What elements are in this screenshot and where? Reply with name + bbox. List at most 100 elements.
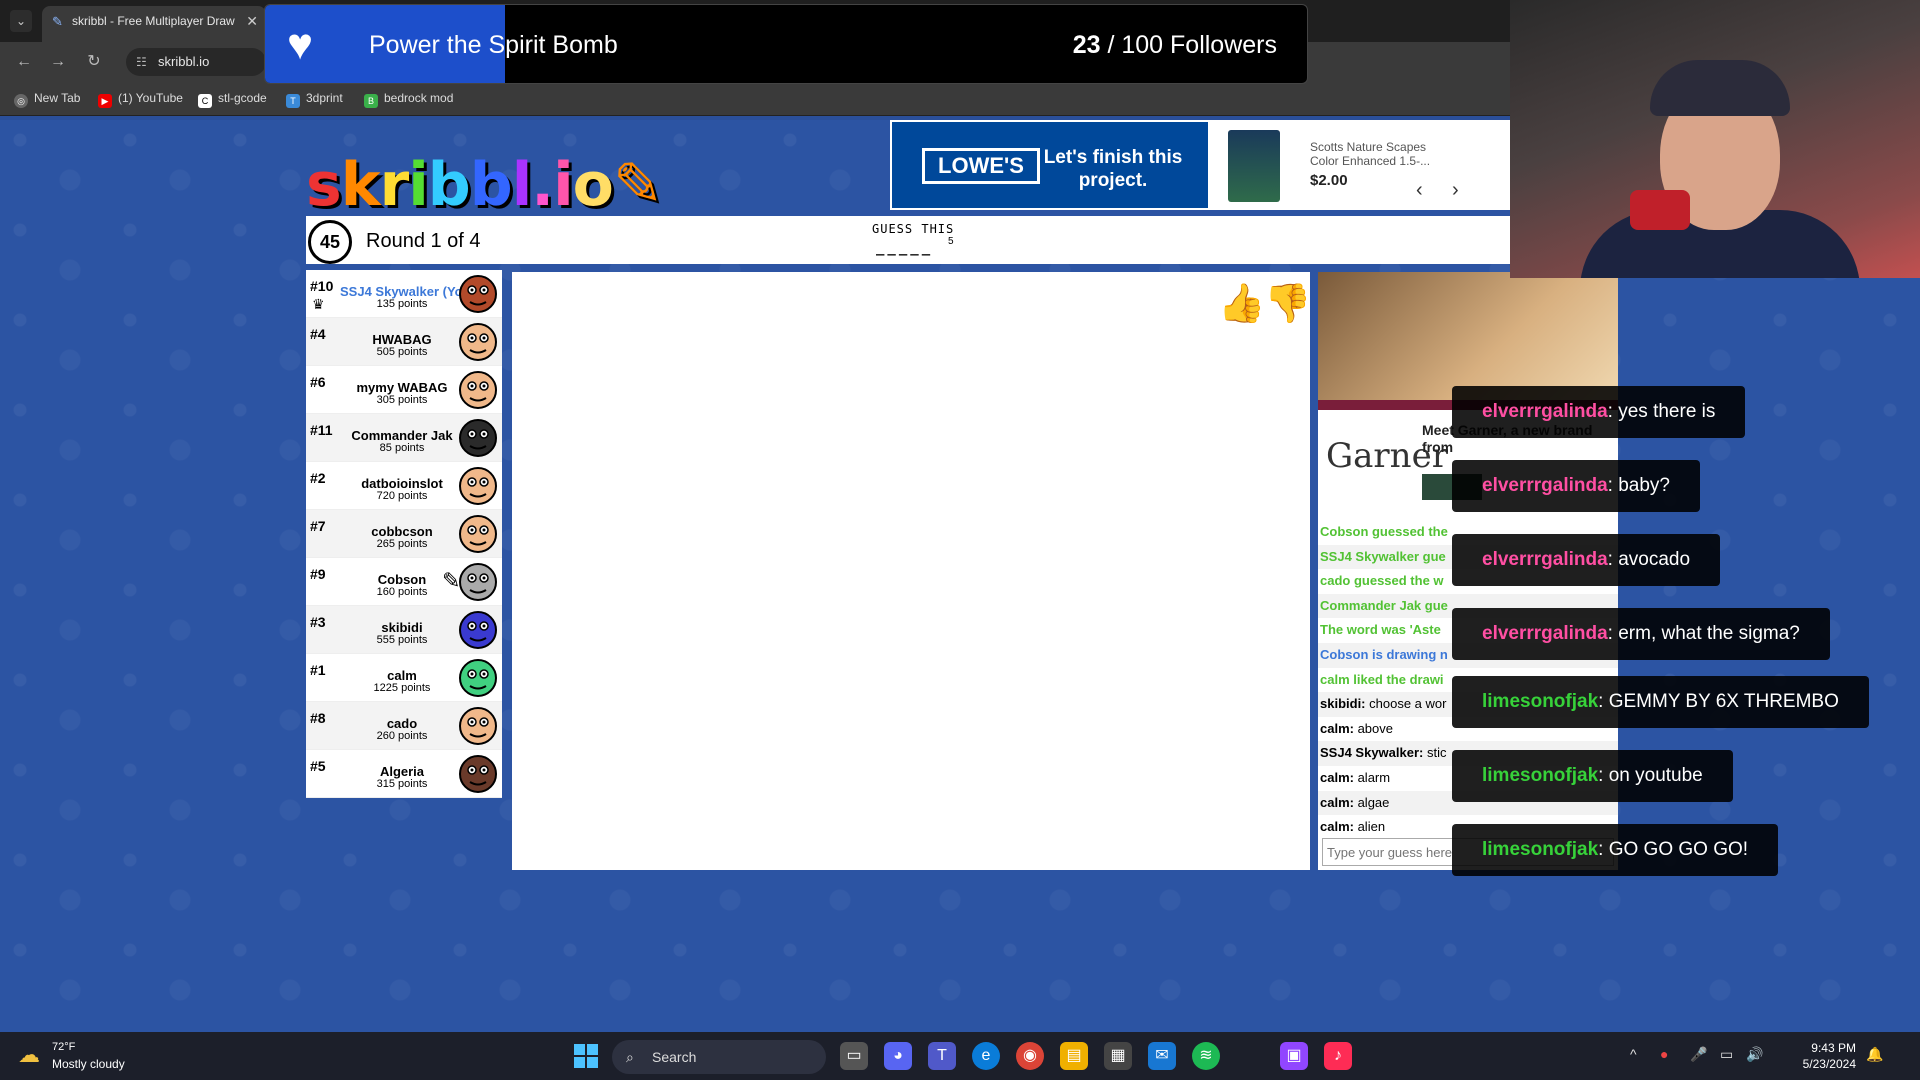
follower-current: 23 (1072, 31, 1101, 59)
tiktok-icon[interactable]: ♪ (1324, 1042, 1352, 1070)
player-row[interactable]: #10 SSJ4 Skywalker (You) 135 points ♛ (306, 270, 502, 318)
round-indicator: Round 1 of 4 (366, 230, 481, 252)
windows-start-icon[interactable] (574, 1044, 598, 1068)
chevron-left-icon[interactable]: ‹ (1416, 180, 1436, 200)
player-row[interactable]: #7 cobbcson 265 points (306, 510, 502, 558)
url-field[interactable]: ☷ skribbl.io (126, 48, 266, 76)
scotts-ad[interactable]: Scotts Nature Scapes Color Enhanced 1.5-… (1210, 120, 1510, 210)
notification-bell-icon[interactable]: 🔔 (1866, 1046, 1883, 1063)
chrome-icon[interactable]: ◉ (1016, 1042, 1044, 1070)
garner-ad-image[interactable] (1318, 272, 1618, 402)
tray-app-icon[interactable]: ● (1660, 1046, 1668, 1062)
bookmark-bedrock-mod[interactable]: Bbedrock mod (364, 91, 453, 108)
overlay-chat-message: elverrrgalinda: yes there is (1452, 386, 1746, 438)
volume-icon[interactable]: 🔊 (1746, 1046, 1763, 1063)
player-points: 135 points (376, 298, 428, 310)
thumbs-down-icon[interactable]: 👎 (1264, 282, 1311, 326)
webcam-feed (1510, 0, 1920, 278)
player-avatar (459, 755, 497, 793)
bookmark-3dprint[interactable]: T 3dprint (286, 91, 343, 108)
clock-time[interactable]: 9:43 PM (1776, 1041, 1856, 1055)
player-name: cobbcson (371, 524, 433, 539)
task-view-icon[interactable]: ▭ (840, 1042, 868, 1070)
player-rank: #10 (310, 278, 334, 294)
player-row[interactable]: #9 Cobson 160 points ✎ (306, 558, 502, 606)
chat-author: calm: (1320, 720, 1354, 736)
taskbar-search[interactable]: ⌕ Search (612, 1040, 826, 1074)
player-row[interactable]: #1 calm 1225 points (306, 654, 502, 702)
player-row[interactable]: #11 Commander Jak 85 points (306, 414, 502, 462)
drawing-canvas[interactable]: 👍 👎 (512, 272, 1311, 870)
bookmark-youtube[interactable]: ▶ (1) YouTube (98, 91, 183, 108)
player-rank: #2 (310, 470, 326, 486)
skribbl-logo: skribbl.io✎ (306, 150, 663, 220)
tab-title: skribbl - Free Multiplayer Draw (72, 14, 235, 28)
overlay-chat-user: elverrrgalinda (1482, 549, 1608, 570)
edge-icon[interactable]: e (972, 1042, 1000, 1070)
overlay-chat-message: limesonofjak: on youtube (1452, 750, 1733, 802)
player-row[interactable]: #5 Algeria 315 points (306, 750, 502, 798)
chat-text: calm liked the drawi (1320, 671, 1444, 687)
heart-icon: ♥ (287, 20, 314, 69)
store-icon[interactable]: ▦ (1104, 1042, 1132, 1070)
chat-text: cado guessed the w (1320, 573, 1444, 589)
twitch-icon[interactable]: ▣ (1280, 1042, 1308, 1070)
clock-date[interactable]: 5/23/2024 (1776, 1057, 1856, 1071)
discord-icon[interactable]: ◕ (884, 1042, 912, 1070)
player-rank: #5 (310, 758, 326, 774)
mail-icon[interactable]: ✉ (1148, 1042, 1176, 1070)
overlay-chat-message: elverrrgalinda: baby? (1452, 460, 1700, 512)
player-row[interactable]: #3 skibidi 555 points (306, 606, 502, 654)
weather-icon[interactable]: ☁ (18, 1042, 40, 1068)
browser-tab[interactable]: ✎ skribbl - Free Multiplayer Draw ✕ (42, 6, 266, 42)
overlay-chat-user: elverrrgalinda (1482, 475, 1608, 496)
player-rank: #1 (310, 662, 326, 678)
overlay-chat-message: elverrrgalinda: erm, what the sigma? (1452, 608, 1830, 660)
player-points: 85 points (379, 442, 425, 454)
streamer-hat (1650, 60, 1790, 116)
lowes-ad[interactable]: LOWE'S Let's finish this project. (890, 120, 1210, 210)
players-list: #10 SSJ4 Skywalker (You) 135 points ♛ #4 HWAB… (306, 270, 502, 798)
weather-temp: 72°F (52, 1041, 76, 1053)
player-avatar (459, 515, 497, 553)
player-rank: #9 (310, 566, 326, 582)
round-header: 45 Round 1 of 4 GUESS THIS _____ 5 (306, 216, 1510, 264)
close-icon[interactable]: ✕ (246, 6, 258, 36)
thumbs-up-icon[interactable]: 👍 (1218, 282, 1265, 326)
player-row[interactable]: #2 datboioinslot 720 points (306, 462, 502, 510)
overlay-chat-text: : on youtube (1598, 765, 1703, 786)
lowes-logo: LOWE'S (922, 148, 1040, 184)
crown-icon: ♛ (312, 296, 325, 312)
player-rank: #4 (310, 326, 326, 342)
stl-icon: C (198, 94, 212, 108)
player-rank: #6 (310, 374, 326, 390)
player-row[interactable]: #6 mymy WABAG 305 points (306, 366, 502, 414)
drawing-pencil-icon: ✎ (442, 568, 461, 593)
player-row[interactable]: #4 HWABAG 505 points (306, 318, 502, 366)
follower-count: 23 / 100 Followers (1073, 31, 1277, 60)
microphone-icon[interactable]: 🎤 (1690, 1046, 1707, 1063)
player-points: 260 points (376, 730, 428, 742)
bookmark-stl-gcode[interactable]: Cstl-gcode (198, 91, 267, 108)
file-explorer-icon[interactable]: ▤ (1060, 1042, 1088, 1070)
chevron-right-icon[interactable]: › (1452, 180, 1472, 200)
guess-label: GUESS THIS (872, 222, 955, 236)
network-icon[interactable]: ▭ (1720, 1046, 1733, 1063)
bookmark-new-tab[interactable]: ◎ New Tab (14, 91, 80, 108)
spotify-icon[interactable]: ≋ (1192, 1042, 1220, 1070)
player-row[interactable]: #8 cado 260 points (306, 702, 502, 750)
tab-list-button[interactable]: ⌄ (10, 10, 32, 32)
reload-icon[interactable]: ↻ (84, 52, 104, 72)
teams-icon[interactable]: T (928, 1042, 956, 1070)
site-settings-icon[interactable]: ☷ (136, 48, 147, 76)
player-rank: #8 (310, 710, 326, 726)
forward-icon[interactable]: → (48, 52, 68, 72)
overlay-chat-text: : yes there is (1607, 401, 1716, 422)
back-icon[interactable]: ← (14, 52, 34, 72)
chevron-up-icon[interactable]: ^ (1630, 1046, 1637, 1062)
chat-author: skibidi: (1320, 696, 1366, 712)
overlay-chat-message: elverrrgalinda: avocado (1452, 534, 1721, 586)
word-blanks: _____ (876, 240, 934, 256)
player-points: 720 points (376, 490, 428, 502)
chat-text: algae (1353, 794, 1390, 810)
